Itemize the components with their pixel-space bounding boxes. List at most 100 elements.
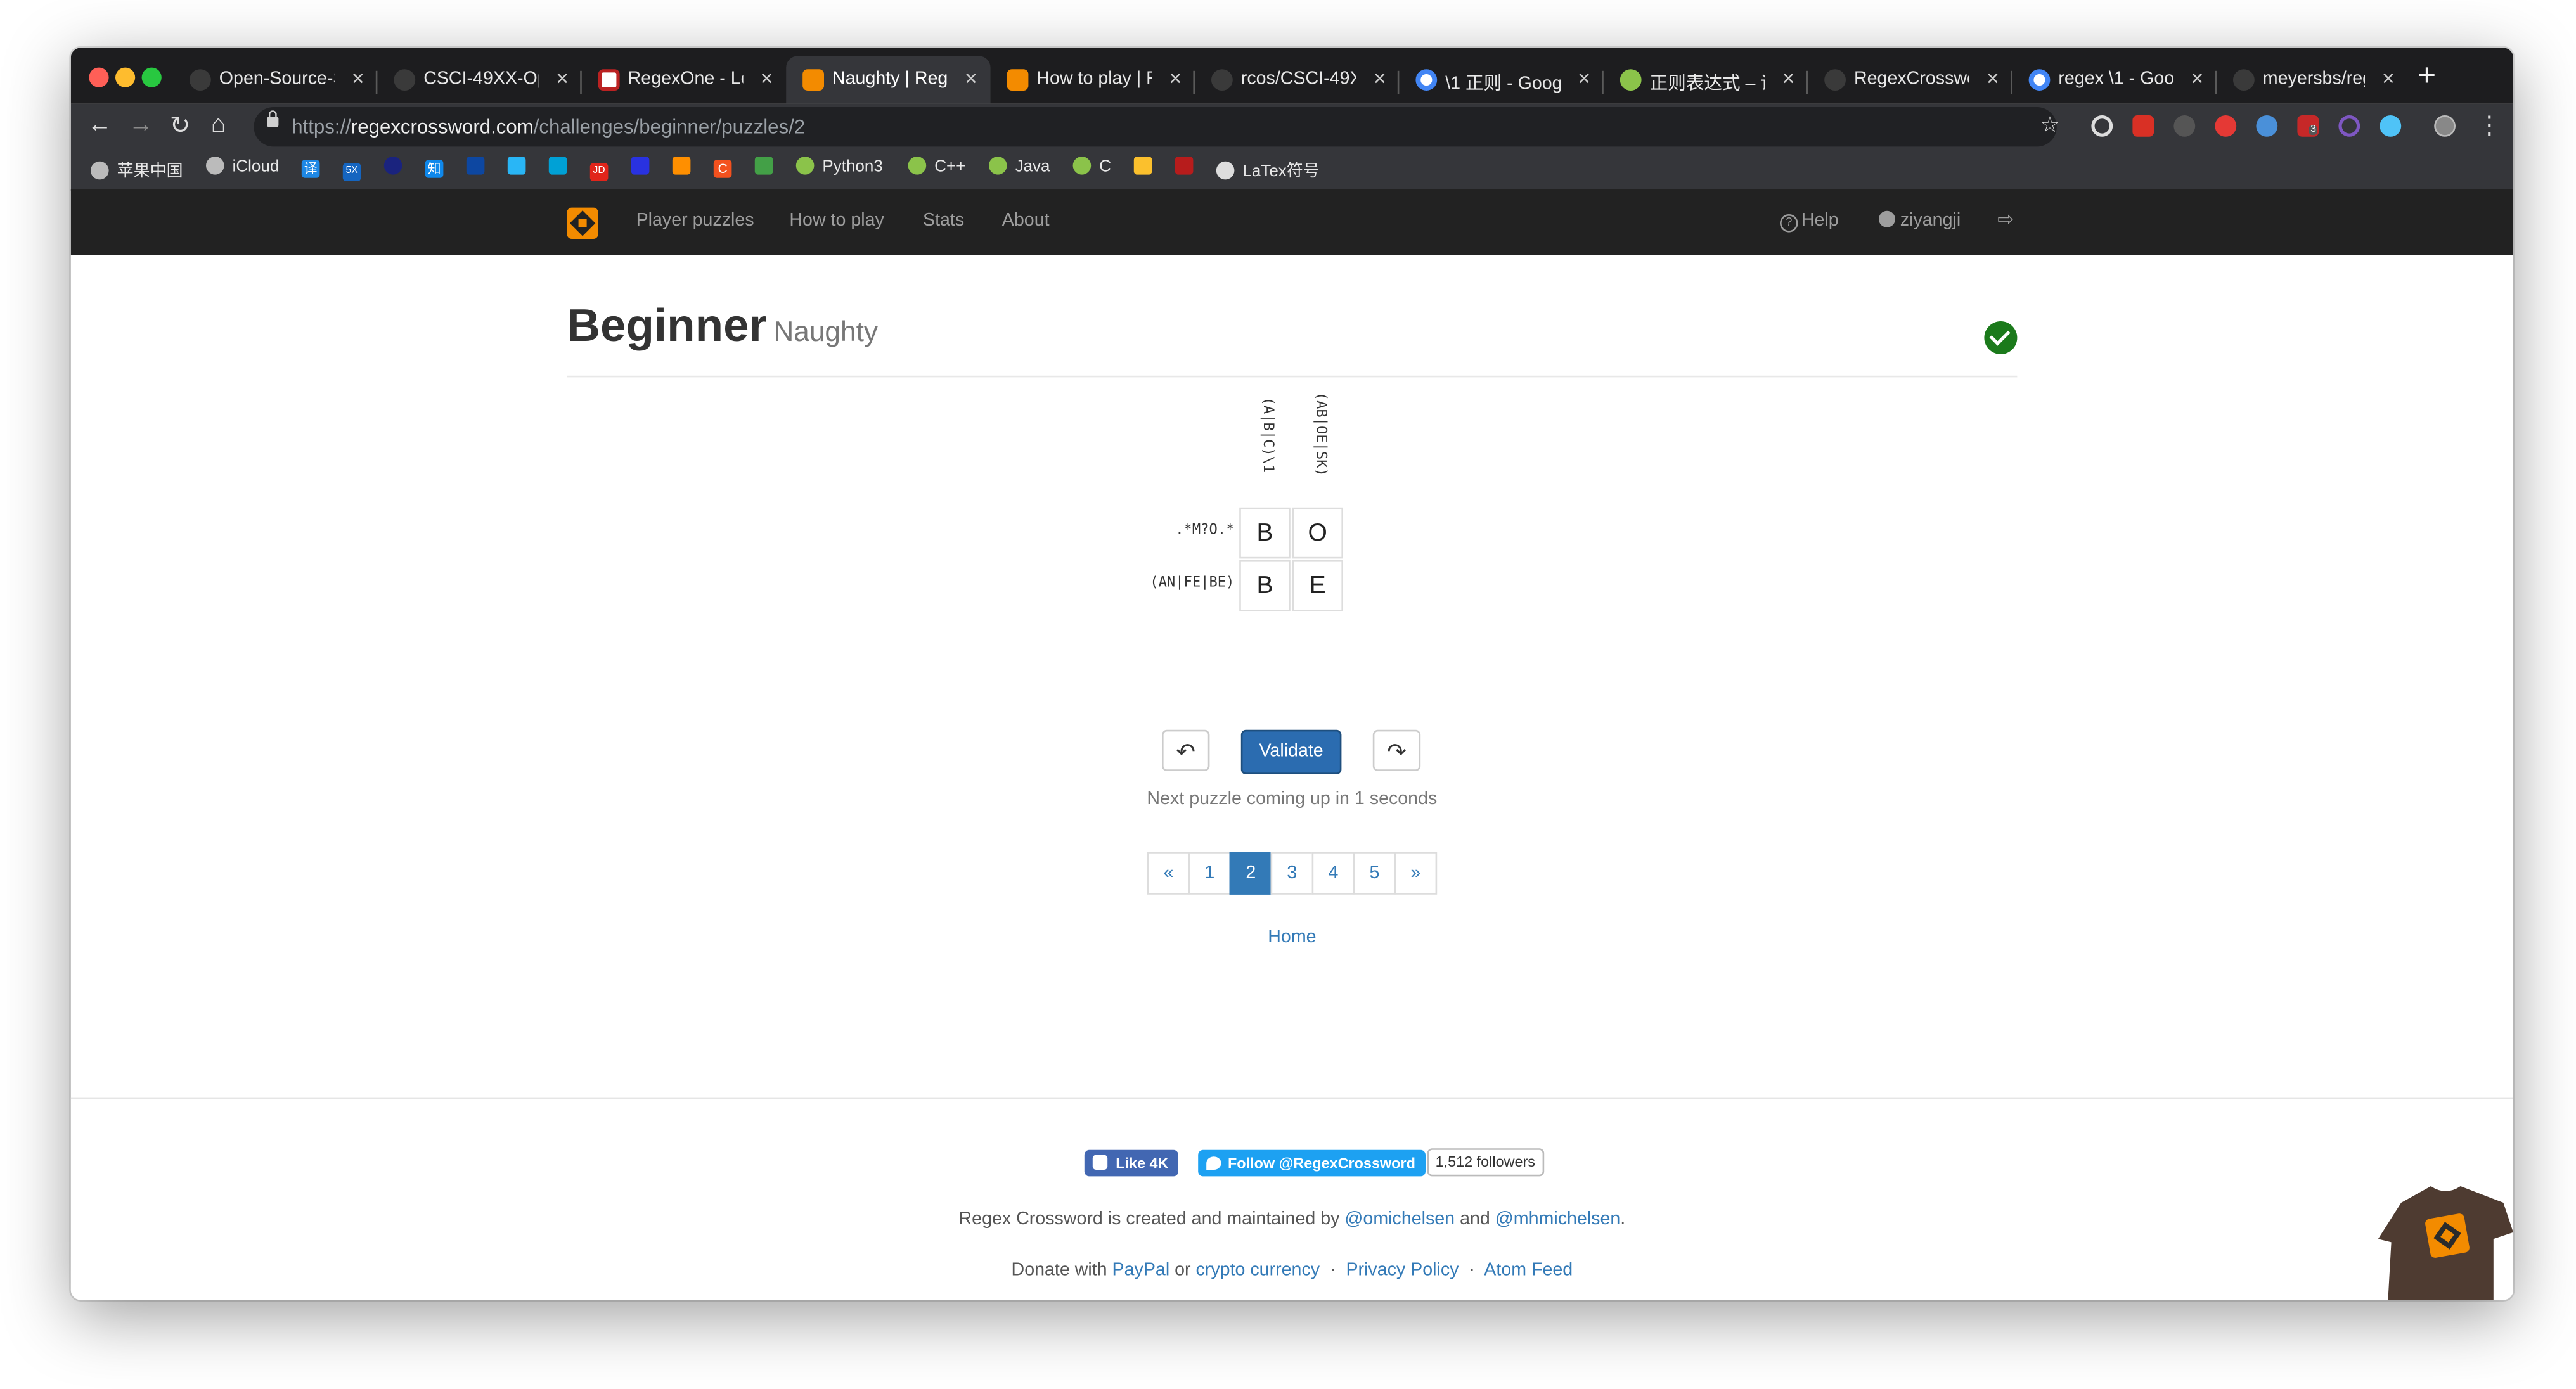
bookmark-item[interactable]: C (713, 157, 740, 178)
tab-regexcrossword-github[interactable]: RegexCrossword × (1808, 56, 2012, 103)
bookmark-java[interactable]: Java (989, 156, 1050, 176)
extension-icon[interactable] (2380, 115, 2402, 137)
extension-icon[interactable] (2174, 115, 2196, 137)
bookmark-translate[interactable]: 译 (301, 157, 328, 178)
nav-how-to-play[interactable]: How to play (789, 211, 884, 231)
page-link[interactable]: 4 (1311, 852, 1355, 895)
nav-stats[interactable]: Stats (923, 211, 964, 231)
tab-naughty-regex[interactable]: Naughty | Regex × (786, 56, 991, 104)
home-link[interactable]: Home (1225, 928, 1360, 947)
tab-google-search-1[interactable]: \1 正则 - Google × (1399, 56, 1604, 103)
close-tab-icon[interactable]: × (1169, 66, 1182, 91)
bookmark-zhihu[interactable]: 知 (425, 157, 452, 178)
nav-user[interactable]: ziyangji (1879, 210, 1961, 231)
back-icon[interactable]: ← (87, 110, 112, 138)
tab-regexone[interactable]: RegexOne - Lear × (582, 56, 786, 103)
profile-avatar[interactable] (2434, 115, 2456, 137)
reload-icon[interactable]: ↻ (170, 110, 191, 140)
menu-kebab-icon[interactable]: ⋮ (2477, 110, 2502, 140)
bookmark-item[interactable] (1175, 156, 1202, 176)
screen: Open-Source-Sc × CSCI-49XX-Ope × RegexOn… (0, 0, 2576, 1389)
grid-cell[interactable]: B (1239, 560, 1291, 611)
close-tab-icon[interactable]: × (1578, 66, 1590, 91)
bookmark-item[interactable] (507, 156, 534, 176)
nav-help[interactable]: ? Help (1780, 211, 1839, 233)
tab-rcos[interactable]: rcos/CSCI-49XX × (1195, 56, 1400, 103)
mhmichelsen-link[interactable]: @mhmichelsen (1495, 1209, 1621, 1229)
bookmark-baidu[interactable] (631, 156, 658, 176)
bookmark-apple-china[interactable]: 苹果中国 (91, 157, 183, 181)
page-next[interactable]: » (1394, 852, 1438, 895)
undo-button[interactable]: ↶ (1161, 729, 1210, 771)
close-tab-icon[interactable]: × (556, 66, 569, 91)
bookmark-jd[interactable]: JD (589, 157, 617, 181)
twitter-follow-button[interactable]: Follow @RegexCrossword (1198, 1149, 1426, 1177)
bookmark-latex[interactable]: LaTex符号 (1216, 157, 1320, 181)
close-tab-icon[interactable]: × (2191, 66, 2203, 91)
extension-icon[interactable] (2256, 115, 2278, 137)
validate-button[interactable]: Validate (1240, 729, 1342, 774)
page-link[interactable]: 5 (1353, 852, 1396, 895)
tab-how-to-play[interactable]: How to play | Re × (991, 56, 1195, 103)
tab-meyersbs[interactable]: meyersbs/regex × (2217, 56, 2408, 103)
close-tab-icon[interactable]: × (1374, 66, 1386, 91)
forward-icon[interactable]: → (129, 110, 153, 138)
tab-runoob[interactable]: 正则表达式 – 语法 × (1604, 56, 1808, 103)
extension-icon[interactable] (2215, 115, 2237, 137)
new-tab-button[interactable]: + (2418, 60, 2436, 96)
bookmark-item[interactable] (754, 156, 782, 176)
grid-cell[interactable]: O (1292, 507, 1343, 559)
close-tab-icon[interactable]: × (352, 66, 364, 91)
bookmark-bilibili[interactable] (548, 156, 576, 176)
followers-count[interactable]: 1,512 followers (1427, 1148, 1544, 1177)
close-tab-icon[interactable]: × (965, 66, 977, 91)
bookmark-star-icon[interactable]: ☆ (2040, 112, 2059, 139)
grid-cell[interactable]: B (1239, 507, 1291, 559)
tab-csci-49xx[interactable]: CSCI-49XX-Ope × (377, 56, 582, 103)
close-tab-icon[interactable]: × (1782, 66, 1795, 91)
extension-icon[interactable]: 3 (2297, 115, 2319, 137)
apple-icon (91, 161, 109, 180)
tab-title: How to play | Re (1036, 69, 1152, 89)
address-bar[interactable]: https://regexcrossword.com/challenges/be… (254, 107, 2057, 147)
bookmark-c[interactable]: C (1072, 156, 1111, 176)
facebook-like-button[interactable]: Like 4K (1084, 1149, 1179, 1177)
tab-google-search-2[interactable]: regex \1 - Google × (2012, 56, 2217, 103)
page-link[interactable]: 3 (1270, 852, 1314, 895)
nav-about[interactable]: About (1002, 211, 1050, 231)
bookmark-icloud[interactable]: iCloud (206, 156, 279, 176)
bookmark-item[interactable] (672, 156, 699, 176)
crypto-link[interactable]: crypto currency (1196, 1260, 1320, 1280)
bookmark-item[interactable] (383, 156, 411, 176)
privacy-policy-link[interactable]: Privacy Policy (1346, 1260, 1459, 1280)
tshirt-merch-icon[interactable] (2378, 1173, 2513, 1300)
close-tab-icon[interactable]: × (1987, 66, 1999, 91)
close-tab-icon[interactable]: × (761, 66, 773, 91)
home-icon[interactable]: ⌂ (211, 110, 226, 138)
bookmark-item[interactable] (466, 156, 493, 176)
bookmark-5x[interactable]: 5X (342, 157, 370, 181)
page-link[interactable]: 1 (1188, 852, 1232, 895)
close-tab-icon[interactable]: × (2382, 66, 2395, 91)
sign-out-icon[interactable]: ⇨ (1997, 208, 2014, 231)
bookmark-cpp[interactable]: C++ (908, 156, 965, 176)
regex-crossword-logo[interactable] (567, 207, 598, 239)
nav-player-puzzles[interactable]: Player puzzles (636, 211, 754, 231)
bookmark-python3[interactable]: Python3 (795, 156, 883, 176)
redo-button[interactable]: ↷ (1372, 729, 1421, 771)
atom-feed-link[interactable]: Atom Feed (1484, 1260, 1573, 1280)
extension-icon[interactable] (2091, 115, 2113, 137)
page-link-current[interactable]: 2 (1229, 852, 1273, 895)
grid-cell[interactable]: E (1292, 560, 1343, 611)
minimize-window-icon[interactable] (115, 67, 136, 87)
heading-divider (567, 375, 2018, 378)
adblock-icon[interactable] (2132, 115, 2154, 137)
close-window-icon[interactable] (89, 67, 109, 87)
extension-icon[interactable] (2338, 115, 2360, 137)
tab-open-source[interactable]: Open-Source-Sc × (173, 56, 378, 103)
page-prev[interactable]: « (1147, 852, 1190, 895)
omichelsen-link[interactable]: @omichelsen (1344, 1209, 1455, 1229)
paypal-link[interactable]: PayPal (1112, 1260, 1170, 1280)
bookmark-item[interactable] (1133, 156, 1161, 176)
zoom-window-icon[interactable] (141, 67, 162, 87)
